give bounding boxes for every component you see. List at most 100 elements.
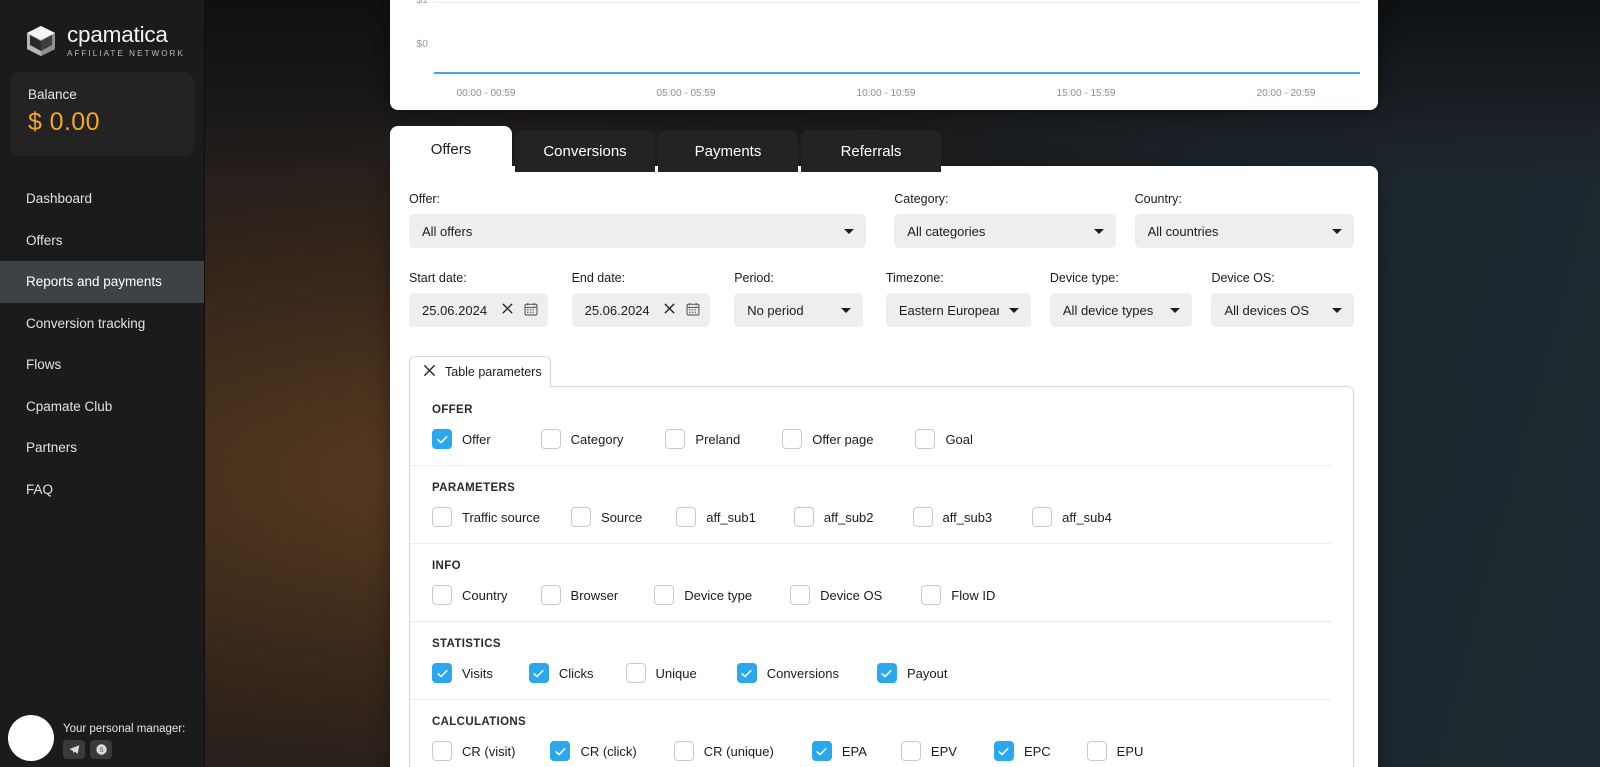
checkbox-unchecked-icon[interactable] <box>432 585 452 605</box>
clear-start-date-icon[interactable] <box>501 302 514 318</box>
checkbox-aff-sub2[interactable]: aff_sub2 <box>794 507 874 527</box>
checkbox-preland[interactable]: Preland <box>665 429 740 449</box>
sidebar-item-flows[interactable]: Flows <box>0 344 204 386</box>
cpamatica-cube-logo-icon <box>24 24 58 58</box>
checkbox-unchecked-icon[interactable] <box>432 741 452 761</box>
checkbox-unchecked-icon[interactable] <box>921 585 941 605</box>
checkbox-checked-icon[interactable] <box>432 429 452 449</box>
checkbox-clicks[interactable]: Clicks <box>529 663 594 683</box>
checkbox-unchecked-icon[interactable] <box>901 741 921 761</box>
checkbox-checked-icon[interactable] <box>994 741 1014 761</box>
checkbox-unchecked-icon[interactable] <box>913 507 933 527</box>
telegram-icon[interactable] <box>63 740 85 759</box>
checkbox-aff-sub1[interactable]: aff_sub1 <box>676 507 756 527</box>
checkbox-checked-icon[interactable] <box>550 741 570 761</box>
calendar-icon[interactable] <box>524 302 538 319</box>
sidebar-item-reports-and-payments[interactable]: Reports and payments <box>0 261 204 303</box>
brand-name: cpamatica <box>67 24 185 47</box>
checkbox-payout[interactable]: Payout <box>877 663 947 683</box>
checkbox-traffic-source[interactable]: Traffic source <box>432 507 540 527</box>
checkbox-unchecked-icon[interactable] <box>541 585 561 605</box>
offer-select[interactable]: All offers <box>409 214 866 248</box>
checkbox-aff-sub4[interactable]: aff_sub4 <box>1032 507 1112 527</box>
checkbox-unchecked-icon[interactable] <box>571 507 591 527</box>
checkbox-aff-sub3[interactable]: aff_sub3 <box>913 507 993 527</box>
tab-offers[interactable]: Offers <box>390 126 512 172</box>
table-parameters-body: OFFEROfferCategoryPrelandOffer pageGoalP… <box>409 386 1354 767</box>
checkbox-offer[interactable]: Offer <box>432 429 491 449</box>
param-checkbox-row: Traffic source Source aff_sub1 aff_sub2 aff_… <box>432 507 1353 527</box>
checkbox-unchecked-icon[interactable] <box>794 507 814 527</box>
checkbox-unchecked-icon[interactable] <box>790 585 810 605</box>
start-date-field[interactable]: 25.06.2024 <box>409 293 548 327</box>
checkbox-source[interactable]: Source <box>571 507 642 527</box>
sidebar-item-conversion-tracking[interactable]: Conversion tracking <box>0 303 204 345</box>
checkbox-device-type[interactable]: Device type <box>654 585 752 605</box>
checkbox-epv[interactable]: EPV <box>901 741 957 761</box>
device-os-select[interactable]: All devices OS <box>1211 293 1354 327</box>
checkbox-checked-icon[interactable] <box>737 663 757 683</box>
checkbox-offer-page[interactable]: Offer page <box>782 429 873 449</box>
checkbox-country[interactable]: Country <box>432 585 508 605</box>
checkbox-unchecked-icon[interactable] <box>541 429 561 449</box>
timezone-select[interactable]: Eastern European.. <box>886 293 1031 327</box>
calendar-icon[interactable] <box>686 302 700 319</box>
checkbox-checked-icon[interactable] <box>529 663 549 683</box>
checkbox-unchecked-icon[interactable] <box>674 741 694 761</box>
table-parameters-tab[interactable]: Table parameters <box>409 356 551 387</box>
checkbox-checked-icon[interactable] <box>812 741 832 761</box>
sidebar-item-label: Conversion tracking <box>26 316 145 331</box>
checkbox-epa[interactable]: EPA <box>812 741 867 761</box>
tab-conversions[interactable]: Conversions <box>515 130 655 172</box>
checkbox-epc[interactable]: EPC <box>994 741 1051 761</box>
checkbox-cr-visit[interactable]: CR (visit) <box>432 741 515 761</box>
checkbox-goal[interactable]: Goal <box>915 429 972 449</box>
checkbox-device-os[interactable]: Device OS <box>790 585 882 605</box>
checkbox-epu[interactable]: EPU <box>1087 741 1144 761</box>
sidebar-item-offers[interactable]: Offers <box>0 220 204 262</box>
checkbox-unchecked-icon[interactable] <box>676 507 696 527</box>
skype-icon[interactable]: S <box>90 740 112 759</box>
checkbox-unchecked-icon[interactable] <box>665 429 685 449</box>
brand-logo[interactable]: cpamatica AFFILIATE NETWORK <box>0 0 204 66</box>
period-select[interactable]: No period <box>734 293 863 327</box>
checkbox-label: EPU <box>1117 744 1144 759</box>
checkbox-unchecked-icon[interactable] <box>626 663 646 683</box>
tab-payments[interactable]: Payments <box>658 130 798 172</box>
checkbox-cr-unique[interactable]: CR (unique) <box>674 741 774 761</box>
clear-end-date-icon[interactable] <box>663 302 676 318</box>
checkbox-flow-id[interactable]: Flow ID <box>921 585 995 605</box>
checkbox-unique[interactable]: Unique <box>626 663 697 683</box>
country-select[interactable]: All countries <box>1135 214 1354 248</box>
device-type-select[interactable]: All device types <box>1050 293 1193 327</box>
checkbox-label: aff_sub4 <box>1062 510 1112 525</box>
checkbox-conversions[interactable]: Conversions <box>737 663 839 683</box>
chart-gridline <box>434 2 1360 3</box>
checkbox-unchecked-icon[interactable] <box>1087 741 1107 761</box>
checkbox-label: EPV <box>931 744 957 759</box>
checkbox-checked-icon[interactable] <box>877 663 897 683</box>
checkbox-unchecked-icon[interactable] <box>432 507 452 527</box>
checkbox-unchecked-icon[interactable] <box>654 585 674 605</box>
sidebar-item-label: Cpamate Club <box>26 399 112 414</box>
checkbox-category[interactable]: Category <box>541 429 624 449</box>
close-icon[interactable] <box>423 364 436 380</box>
stats-chart-card: $1 $0 00:00 - 00:59 05:00 - 05:59 10:00 … <box>390 0 1378 110</box>
category-select[interactable]: All categories <box>894 214 1115 248</box>
tab-referrals[interactable]: Referrals <box>801 130 941 172</box>
end-date-field[interactable]: 25.06.2024 <box>572 293 711 327</box>
checkbox-unchecked-icon[interactable] <box>782 429 802 449</box>
checkbox-cr-click[interactable]: CR (click) <box>550 741 636 761</box>
checkbox-checked-icon[interactable] <box>432 663 452 683</box>
checkbox-visits[interactable]: Visits <box>432 663 493 683</box>
checkbox-unchecked-icon[interactable] <box>915 429 935 449</box>
table-parameters-section: Table parameters OFFEROfferCategoryPrela… <box>409 356 1354 767</box>
sidebar: cpamatica AFFILIATE NETWORK Balance $ 0.… <box>0 0 205 767</box>
checkbox-unchecked-icon[interactable] <box>1032 507 1052 527</box>
filters: Offer:All offersCategory:All categoriesC… <box>390 166 1378 327</box>
sidebar-item-dashboard[interactable]: Dashboard <box>0 178 204 220</box>
sidebar-item-cpamate-club[interactable]: Cpamate Club <box>0 386 204 428</box>
sidebar-item-faq[interactable]: FAQ <box>0 469 204 511</box>
sidebar-item-partners[interactable]: Partners <box>0 427 204 469</box>
checkbox-browser[interactable]: Browser <box>541 585 619 605</box>
